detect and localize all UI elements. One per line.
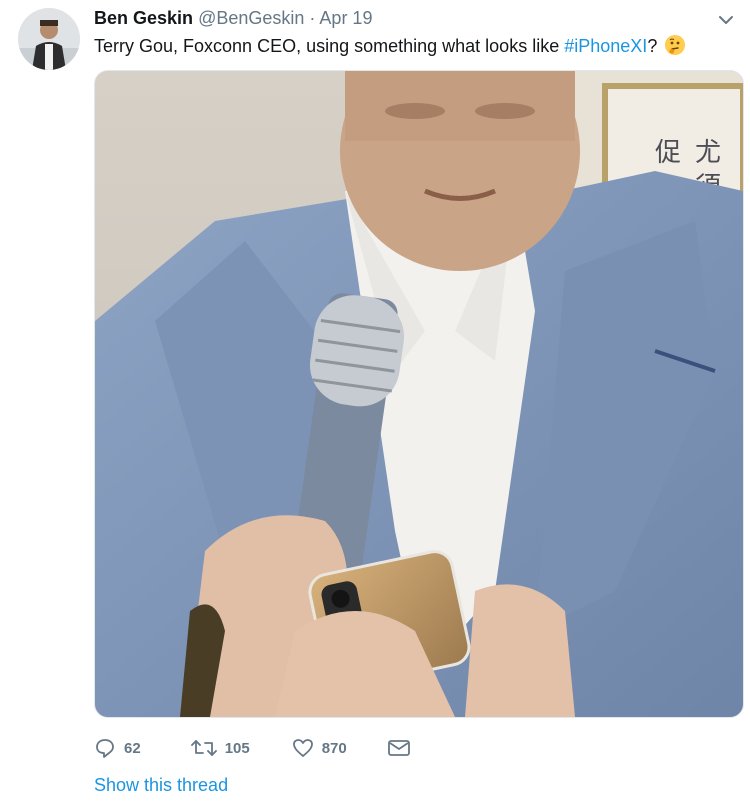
retweet-icon[interactable]: [190, 737, 217, 759]
reply-count: 62: [124, 739, 141, 757]
reply-icon[interactable]: [94, 737, 116, 759]
tweet-date[interactable]: Apr 19: [319, 8, 372, 28]
more-options-chevron-icon[interactable]: [716, 10, 736, 30]
svg-text:促: 促: [655, 138, 681, 168]
svg-text:尤: 尤: [695, 138, 721, 168]
author-avatar[interactable]: [18, 8, 80, 70]
tweet-text: Terry Gou, Foxconn CEO, using something …: [94, 34, 714, 62]
tweet-text-question: ?: [647, 36, 658, 56]
hashtag-link[interactable]: #iPhoneXI: [564, 36, 647, 56]
retweet-action[interactable]: 105: [190, 737, 250, 759]
tweet-header: Ben Geskin @BenGeskin · Apr 19: [94, 7, 710, 29]
tweet-media-photo[interactable]: 促 尤 須: [94, 70, 744, 718]
heart-icon[interactable]: [292, 737, 314, 759]
tweet-actions: 62 105 870: [94, 736, 411, 760]
author-name[interactable]: Ben Geskin: [94, 8, 193, 28]
tweet-text-body: Terry Gou, Foxconn CEO, using something …: [94, 36, 560, 56]
reply-action[interactable]: 62: [94, 737, 141, 759]
retweet-count: 105: [224, 739, 250, 757]
like-count: 870: [321, 739, 347, 757]
direct-message-action[interactable]: [387, 738, 411, 758]
thinking-face-emoji-icon: [664, 34, 686, 62]
like-action[interactable]: 870: [292, 737, 347, 759]
tweet: Ben Geskin @BenGeskin · Apr 19 Terry Gou…: [0, 0, 750, 802]
show-thread-link[interactable]: Show this thread: [94, 775, 228, 796]
author-handle[interactable]: @BenGeskin: [198, 8, 304, 28]
header-separator: ·: [309, 8, 316, 28]
envelope-icon[interactable]: [387, 738, 411, 758]
